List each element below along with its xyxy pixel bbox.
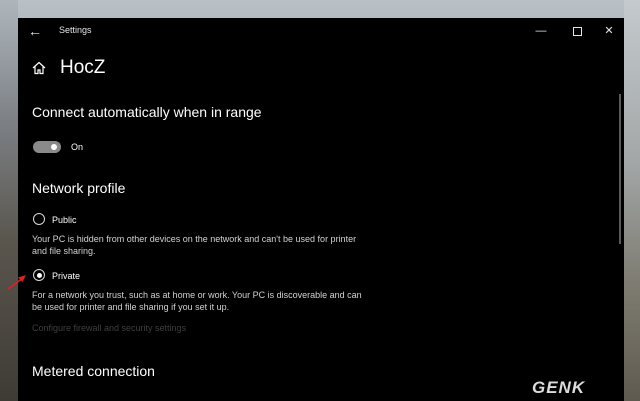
private-radio-label[interactable]: Private [52, 271, 80, 281]
toggle-knob [51, 144, 57, 150]
minimize-button[interactable]: — [526, 20, 556, 42]
window-title: Settings [59, 25, 92, 35]
configure-firewall-link[interactable]: Configure firewall and security settings [32, 323, 186, 333]
connect-auto-toggle[interactable] [33, 141, 61, 153]
public-radio-label[interactable]: Public [52, 215, 77, 225]
toggle-state-label: On [71, 142, 84, 152]
metered-connection-heading: Metered connection [32, 363, 155, 379]
radio-selected-dot [36, 272, 42, 278]
private-radio[interactable] [33, 269, 45, 281]
desktop-background-left [0, 0, 18, 401]
public-radio[interactable] [33, 213, 45, 225]
close-icon: ✕ [604, 25, 614, 37]
private-description: For a network you trust, such as at home… [32, 290, 362, 312]
home-icon[interactable] [32, 61, 46, 75]
scrollbar[interactable] [619, 94, 621, 244]
page-title: HocZ [60, 57, 106, 78]
desktop-background-right [624, 0, 640, 401]
maximize-button[interactable] [562, 20, 592, 42]
minimize-icon: — [535, 25, 547, 37]
settings-window: ← Settings — ✕ HocZ Connect automaticall… [18, 18, 624, 401]
genk-watermark: GENK [532, 378, 586, 397]
network-profile-heading: Network profile [32, 180, 126, 196]
close-button[interactable]: ✕ [594, 20, 624, 42]
annotation-arrow-icon [7, 275, 26, 290]
title-bar: ← Settings — ✕ [18, 18, 624, 44]
back-arrow-icon: ← [28, 23, 42, 39]
maximize-icon [572, 26, 582, 36]
back-button[interactable]: ← [24, 22, 46, 40]
connect-auto-heading: Connect automatically when in range [32, 104, 262, 120]
public-description: Your PC is hidden from other devices on … [32, 234, 357, 256]
